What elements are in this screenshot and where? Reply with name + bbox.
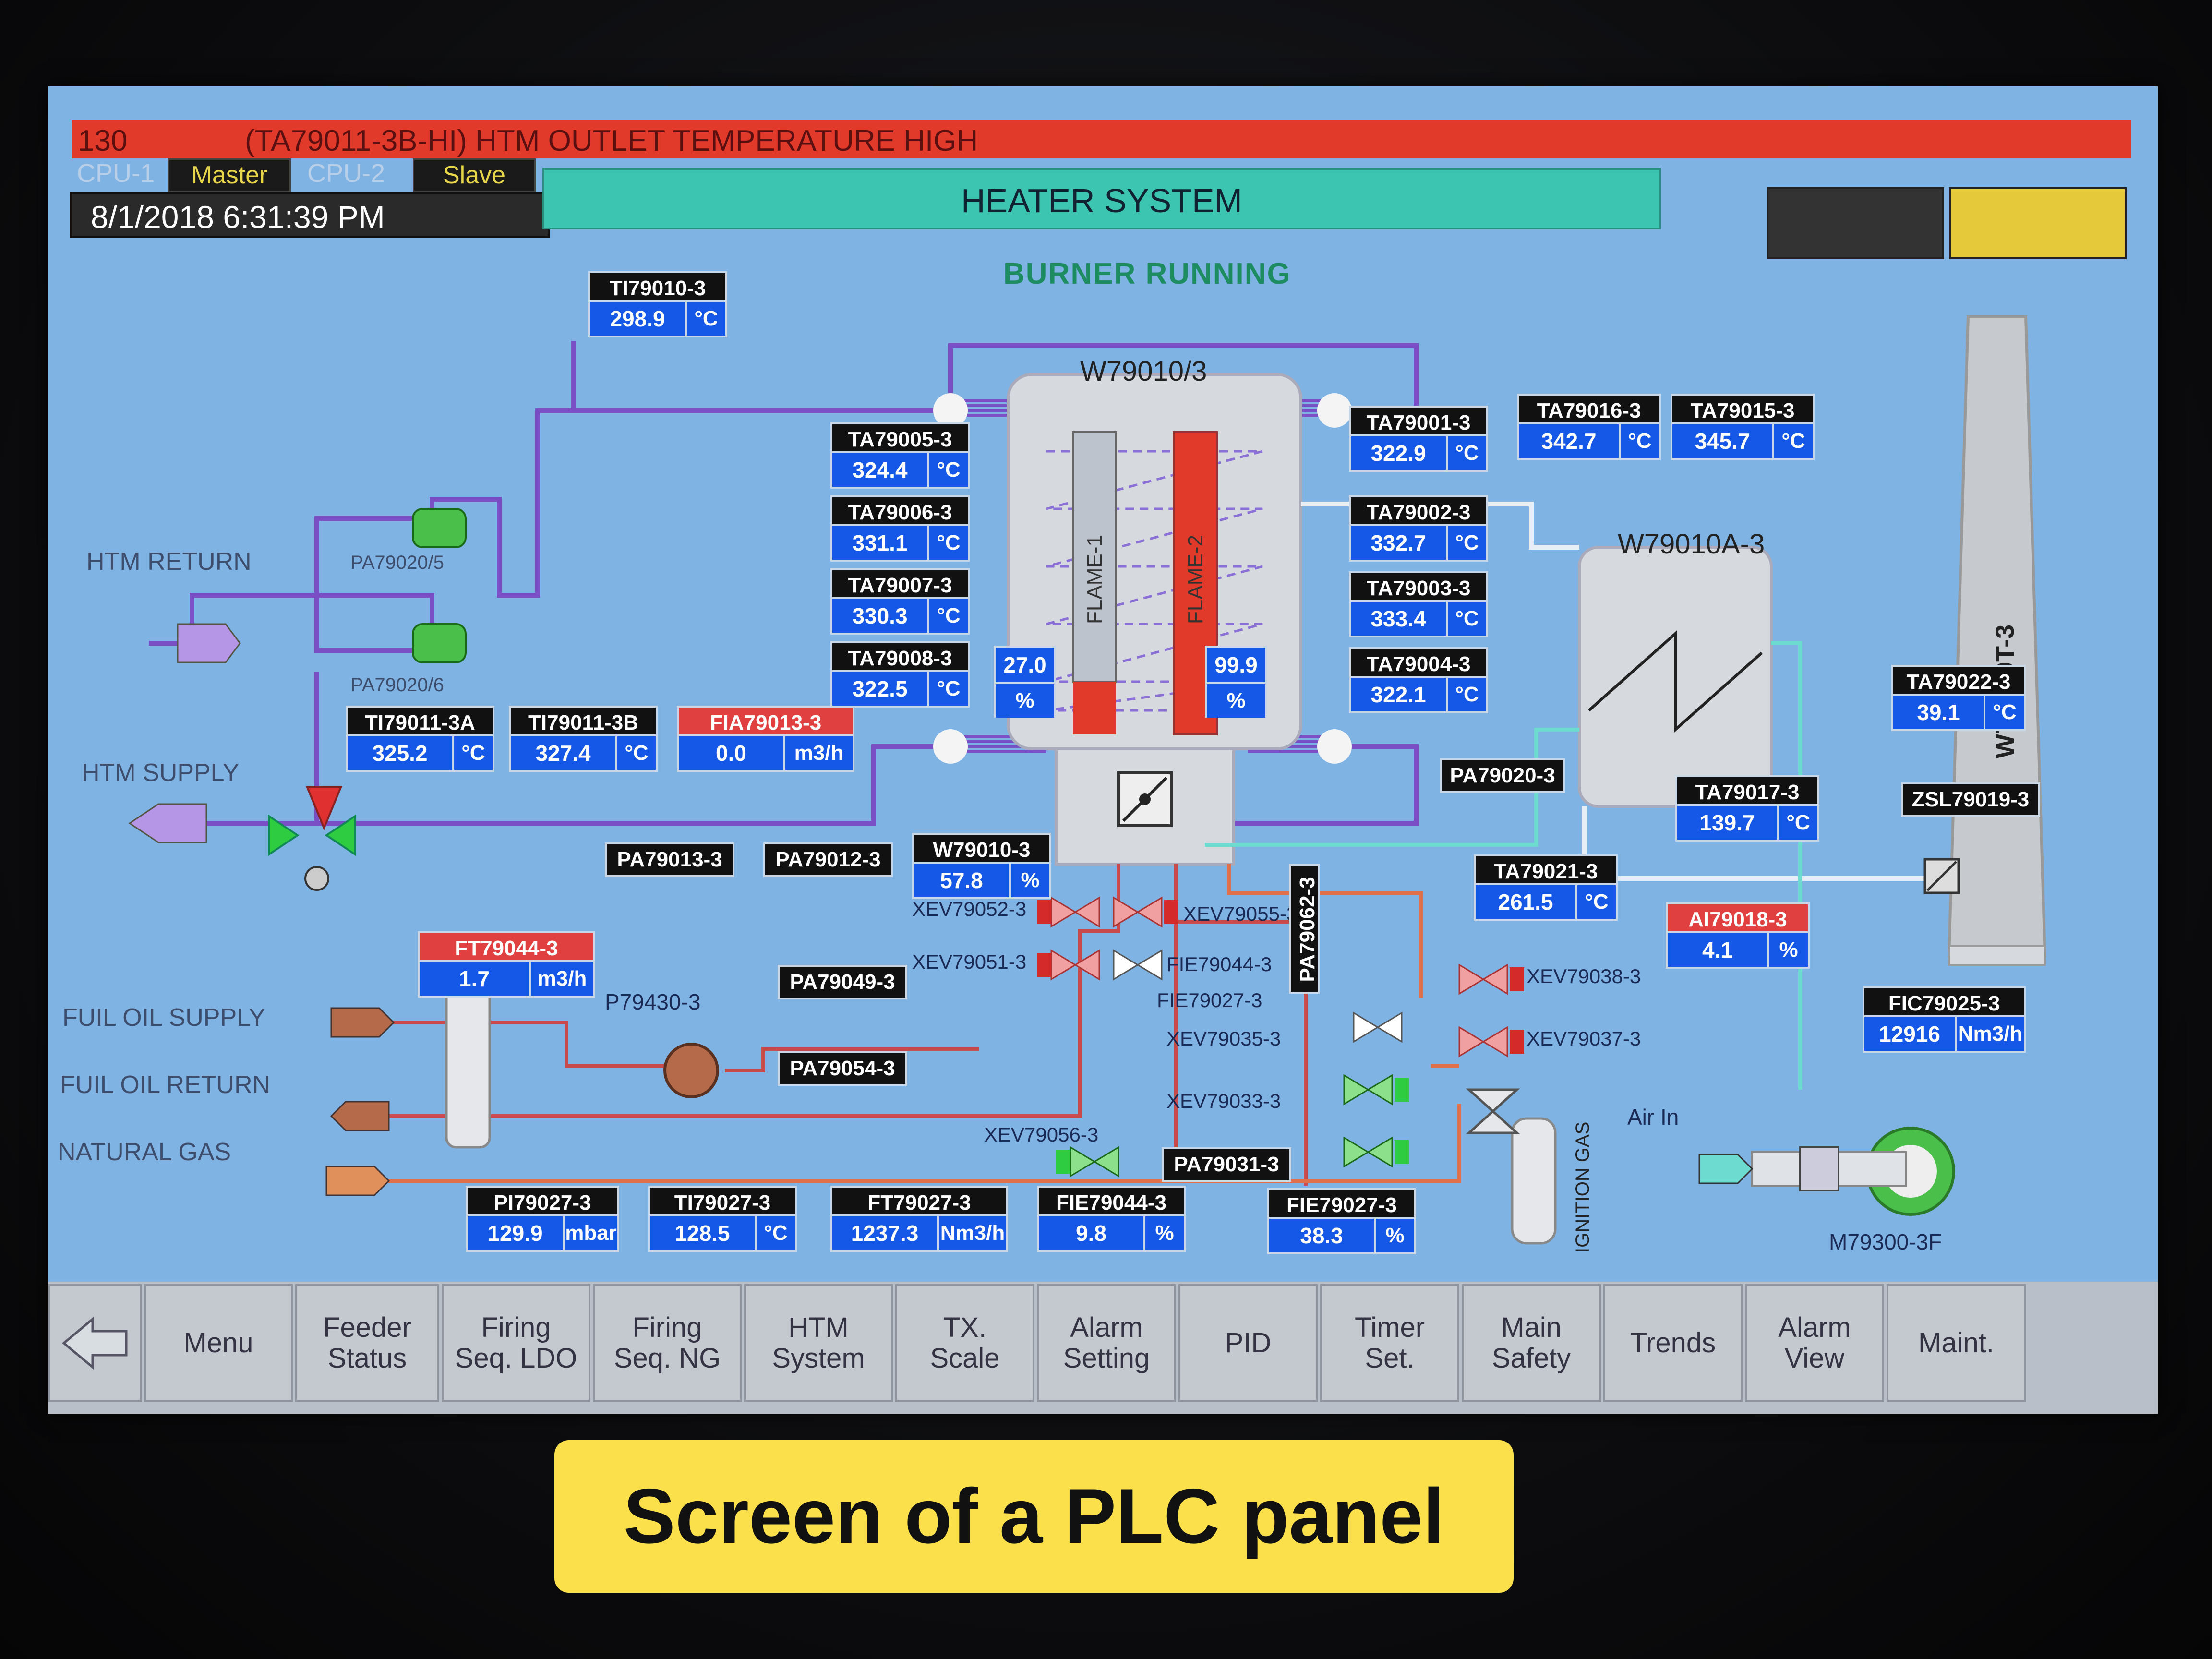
label-pa79031: PA79031-3 bbox=[1162, 1147, 1291, 1182]
nav-htm-system[interactable]: HTM System bbox=[744, 1284, 893, 1402]
nav-maint[interactable]: Maint. bbox=[1887, 1284, 2026, 1402]
htm-pump-1 bbox=[412, 508, 467, 548]
air-in-label: Air In bbox=[1627, 1105, 1679, 1130]
label-zsl79019: ZSL79019-3 bbox=[1901, 782, 2040, 817]
heater-label: W79010/3 bbox=[1080, 356, 1207, 387]
htm-supply-label: HTM SUPPLY bbox=[82, 759, 240, 787]
tag-ta79022[interactable]: TA79022-3 39.1 °C bbox=[1891, 665, 2026, 731]
nav-alarm-setting[interactable]: Alarm Setting bbox=[1037, 1284, 1176, 1402]
nav-pid[interactable]: PID bbox=[1178, 1284, 1318, 1402]
hmi-screen: 130 (TA79011-3B-HI) HTM OUTLET TEMPERATU… bbox=[48, 86, 2158, 1414]
valve-xev79051[interactable]: XEV79051-3 bbox=[912, 950, 1026, 974]
tag-flame1-pct[interactable]: 27.0 % bbox=[994, 646, 1056, 718]
tag-ta79001[interactable]: TA79001-3 322.9 °C bbox=[1349, 406, 1488, 472]
tag-fie79044[interactable]: FIE79044-3 9.8% bbox=[1037, 1186, 1186, 1252]
valve-xev79056[interactable]: XEV79056-3 bbox=[984, 1123, 1098, 1146]
label-pa79054: PA79054-3 bbox=[778, 1051, 907, 1086]
nav-firing-seq-ng[interactable]: Firing Seq. NG bbox=[593, 1284, 742, 1402]
tag-ti79011a[interactable]: TI79011-3A 325.2 °C bbox=[346, 706, 494, 772]
valve-xev79052[interactable]: XEV79052-3 bbox=[912, 898, 1026, 921]
tag-ai79018[interactable]: AI79018-3 4.1% bbox=[1666, 902, 1810, 969]
tag-ta79021[interactable]: TA79021-3 261.5 °C bbox=[1474, 854, 1618, 921]
tag-w79010[interactable]: W79010-3 57.8% bbox=[912, 833, 1051, 899]
tag-ta79008[interactable]: TA79008-3 322.5 °C bbox=[830, 641, 970, 708]
back-arrow-icon bbox=[61, 1316, 127, 1370]
nav-tx-scale[interactable]: TX. Scale bbox=[895, 1284, 1034, 1402]
nav-timer-set[interactable]: Timer Set. bbox=[1320, 1284, 1459, 1402]
tag-ft79027[interactable]: FT79027-3 1237.3 Nm3/h bbox=[830, 1186, 1008, 1252]
tag-flame2-pct[interactable]: 99.9 % bbox=[1205, 646, 1267, 718]
nav-main-safety[interactable]: Main Safety bbox=[1462, 1284, 1601, 1402]
tag-ti79027[interactable]: TI79027-3 128.5 °C bbox=[648, 1186, 797, 1252]
tag-ta79003[interactable]: TA79003-3 333.4 °C bbox=[1349, 571, 1488, 637]
valve-xev79033[interactable]: XEV79033-3 bbox=[1166, 1090, 1281, 1113]
tag-ft79044[interactable]: FT79044-3 1.7 m3/h bbox=[418, 931, 595, 998]
tag-ta79015[interactable]: TA79015-3 345.7 °C bbox=[1671, 394, 1815, 460]
natural-gas-label: NATURAL GAS bbox=[58, 1138, 231, 1166]
tag-ti79010[interactable]: TI79010-3 298.9 °C bbox=[588, 271, 727, 337]
label-pa79013: PA79013-3 bbox=[605, 842, 734, 877]
tag-fic79025[interactable]: FIC79025-3 12916 Nm3/h bbox=[1863, 986, 2026, 1053]
valve-xev79038[interactable]: XEV79038-3 bbox=[1527, 965, 1641, 988]
tag-ta79016[interactable]: TA79016-3 342.7 °C bbox=[1517, 394, 1661, 460]
label-pa79062: PA79062-3 bbox=[1289, 864, 1320, 994]
valve-xev79037[interactable]: XEV79037-3 bbox=[1527, 1027, 1641, 1050]
valve-xev79035[interactable]: XEV79035-3 bbox=[1166, 1027, 1281, 1050]
pump2-label: PA79020/6 bbox=[350, 674, 444, 696]
tag-ta79017[interactable]: TA79017-3 139.7 °C bbox=[1675, 775, 1819, 842]
tag-ta79004[interactable]: TA79004-3 322.1 °C bbox=[1349, 647, 1488, 713]
tag-ti79011b[interactable]: TI79011-3B 327.4 °C bbox=[509, 706, 658, 772]
ignition-gas-bottle bbox=[1511, 1117, 1557, 1245]
svg-text:FLAME-1: FLAME-1 bbox=[1083, 535, 1106, 624]
oil-pump-label: P79430-3 bbox=[605, 989, 701, 1014]
htm-return-label: HTM RETURN bbox=[86, 548, 252, 576]
svg-text:IGNITION GAS: IGNITION GAS bbox=[1572, 1122, 1593, 1253]
oil-filter bbox=[445, 978, 491, 1149]
valve-xev79055[interactable]: XEV79055-3 bbox=[1183, 902, 1298, 926]
tag-ta79005[interactable]: TA79005-3 324.4 °C bbox=[830, 422, 970, 489]
pump1-label: PA79020/5 bbox=[350, 552, 444, 573]
nav-feeder-status[interactable]: Feeder Status bbox=[295, 1284, 439, 1402]
tag-fia79013[interactable]: FIA79013-3 0.0 m3/h bbox=[677, 706, 854, 772]
nav-alarm-view[interactable]: Alarm View bbox=[1745, 1284, 1884, 1402]
nav-menu[interactable]: Menu bbox=[144, 1284, 293, 1402]
svg-text:FLAME-2: FLAME-2 bbox=[1184, 535, 1207, 624]
back-button[interactable] bbox=[48, 1284, 142, 1402]
fuel-return-label: FUIL OIL RETURN bbox=[60, 1071, 271, 1099]
label-pa79020-3: PA79020-3 bbox=[1440, 758, 1565, 793]
tag-pi79027[interactable]: PI79027-3 129.9 mbar bbox=[466, 1186, 619, 1252]
valve-fie79027[interactable]: FIE79027-3 bbox=[1157, 989, 1262, 1012]
tag-ta79006[interactable]: TA79006-3 331.1 °C bbox=[830, 495, 970, 562]
nav-firing-seq-ldo[interactable]: Firing Seq. LDO bbox=[442, 1284, 590, 1402]
oil-pump bbox=[663, 1043, 719, 1098]
tag-ta79007[interactable]: TA79007-3 330.3 °C bbox=[830, 568, 970, 635]
nav-trends[interactable]: Trends bbox=[1603, 1284, 1743, 1402]
htm-pump-2 bbox=[412, 623, 467, 663]
preheater-label: W79010A-3 bbox=[1618, 529, 1765, 560]
fan-label: M79300-3F bbox=[1829, 1229, 1942, 1254]
label-pa79049: PA79049-3 bbox=[778, 965, 907, 999]
label-pa79012: PA79012-3 bbox=[763, 842, 893, 877]
tag-ta79002[interactable]: TA79002-3 332.7 °C bbox=[1349, 495, 1488, 562]
tag-fie79027[interactable]: FIE79027-3 38.3% bbox=[1267, 1188, 1416, 1254]
valve-fie79044[interactable]: FIE79044-3 bbox=[1166, 953, 1272, 976]
caption: Screen of a PLC panel bbox=[554, 1440, 1514, 1593]
fuel-supply-label: FUIL OIL SUPPLY bbox=[62, 1004, 265, 1032]
